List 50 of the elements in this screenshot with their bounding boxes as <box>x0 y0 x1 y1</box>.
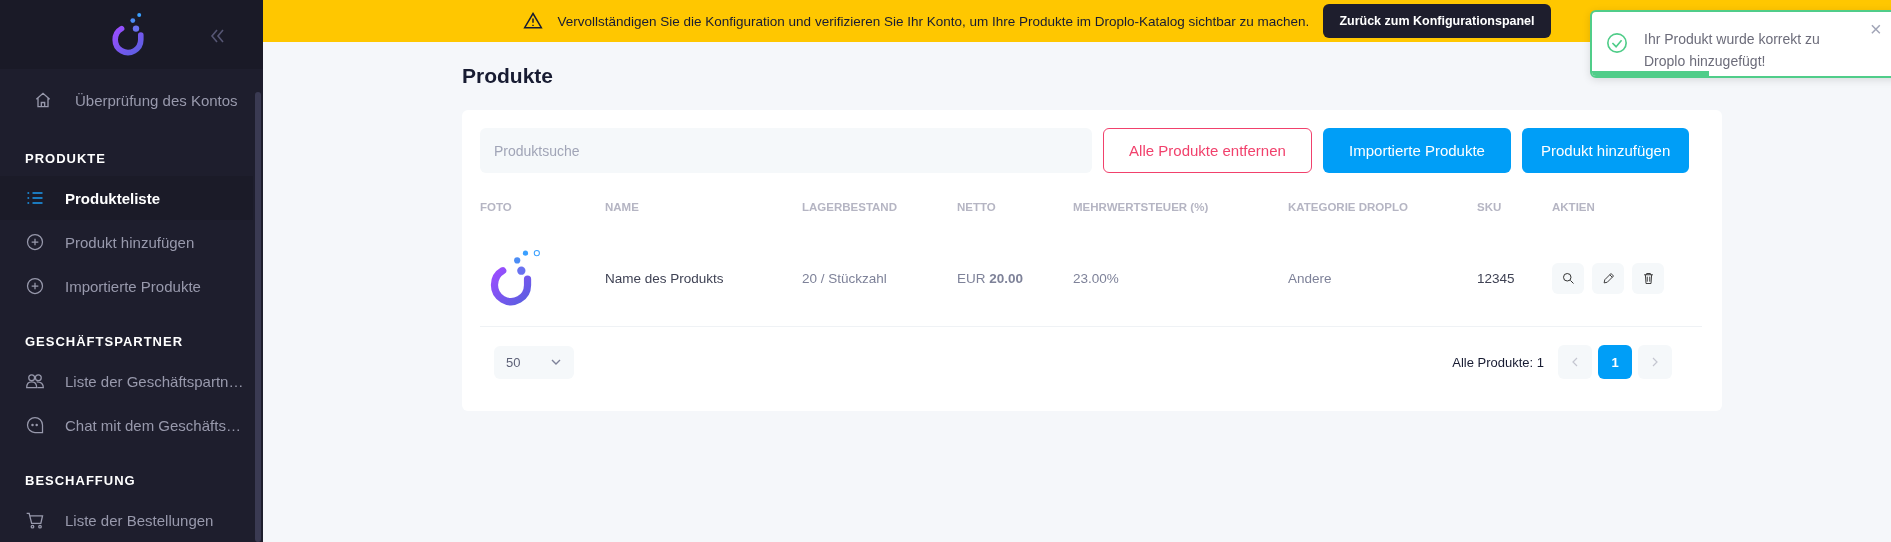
plus-icon <box>25 276 45 296</box>
chat-bubble-icon <box>25 415 45 435</box>
action-button[interactable]: Alle Produkte entfernen <box>1103 128 1312 173</box>
toast-message: Ihr Produkt wurde korrekt zu Droplo hinzugefügt! <box>1644 30 1821 71</box>
chevron-right-icon <box>1650 357 1660 367</box>
search-icon <box>1560 271 1576 286</box>
page-size-value: 50 <box>506 354 521 370</box>
sku-text: 12345 <box>1477 271 1515 286</box>
check-icon <box>1606 32 1628 54</box>
total-count: Alle Produkte: 1 <box>1452 354 1544 370</box>
scrollbar[interactable] <box>255 92 261 542</box>
config-panel-button[interactable]: Zurück zum Konfigurationspanel <box>1323 4 1551 38</box>
column-header: KATEGORIE DROPLO <box>1288 200 1409 215</box>
stock-text: 20 / Stückzahl <box>802 271 887 286</box>
search-button[interactable] <box>1552 263 1584 294</box>
sidebar-item[interactable]: Liste der Geschäftspartn… <box>0 359 253 403</box>
column-header: SKU <box>1477 200 1503 215</box>
collapse-icon[interactable] <box>209 28 225 44</box>
warning-icon <box>523 11 544 31</box>
category-text: Andere <box>1288 271 1332 286</box>
column-header: FOTO <box>480 200 513 215</box>
sidebar-item[interactable]: Liste der Bestellungen <box>0 498 253 542</box>
column-header: MEHRWERTSTEUER (%) <box>1073 200 1210 215</box>
people-icon <box>25 371 45 391</box>
sidebar-item[interactable]: Produkt hinzufügen <box>0 220 253 264</box>
sidebar-item[interactable]: Importierte Produkte <box>0 264 253 308</box>
product-name: Name des Produkts <box>605 271 724 286</box>
section-header: BESCHAFFUNG <box>24 472 137 490</box>
section-header: PRODUKTE <box>24 150 107 168</box>
cart-icon <box>25 510 45 530</box>
section-header: GESCHÄFTSPARTNER <box>24 333 185 351</box>
plus-icon <box>25 232 45 252</box>
sidebar-item[interactable]: Produkteliste <box>0 176 253 220</box>
delete-button[interactable] <box>1632 263 1664 294</box>
net-price: EUR 20.00 <box>957 271 1024 286</box>
column-header: LAGERBESTAND <box>802 200 898 215</box>
column-header: AKTIEN <box>1552 200 1596 215</box>
chevron-left-icon <box>1570 357 1580 367</box>
column-header: NAME <box>605 200 640 215</box>
edit-button[interactable] <box>1592 263 1624 294</box>
column-header: NETTO <box>957 200 997 215</box>
search-field[interactable]: Produktsuche <box>480 128 1092 173</box>
sidebar-item[interactable]: Chat mit dem Geschäfts… <box>0 403 253 447</box>
banner-message: Vervollständigen Sie die Konfiguration und verifizieren Sie Ihr Konto, um Ihre Produkte im Droplo-Katalog sichtbar zu machen. <box>557 13 1310 29</box>
page-size-select[interactable]: 50 <box>494 345 574 379</box>
home-icon <box>33 90 53 110</box>
vat-rate: 23.00% <box>1073 271 1119 286</box>
sidebar-item[interactable]: Überprüfung des Kontos <box>0 75 253 125</box>
page-title: Produkte <box>462 64 554 88</box>
pencil-icon <box>1600 271 1616 286</box>
